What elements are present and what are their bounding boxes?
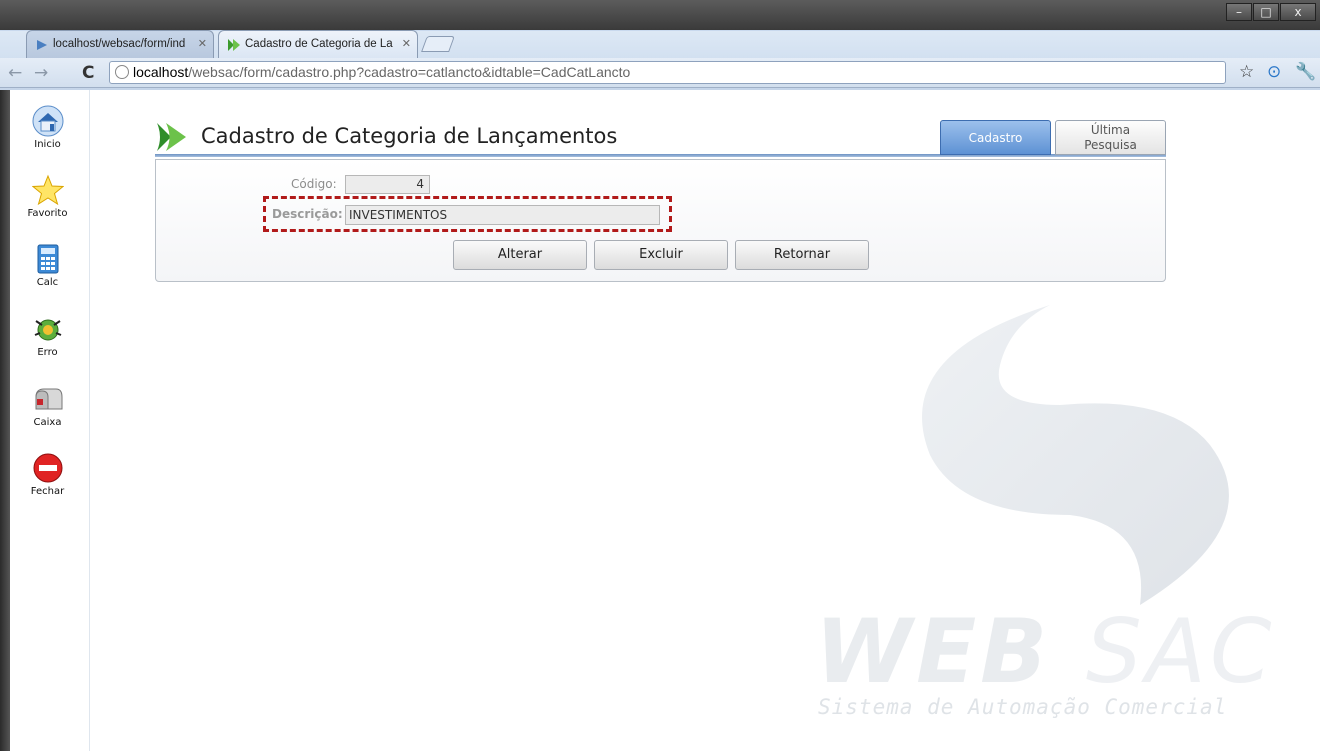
dock-item-fechar[interactable]: Fechar bbox=[10, 452, 85, 497]
tab-ultima-line1: Última bbox=[1090, 123, 1131, 137]
bookmark-star-icon[interactable]: ☆ bbox=[1239, 62, 1254, 82]
minimize-button[interactable]: – bbox=[1226, 3, 1252, 21]
codigo-field[interactable]: 4 bbox=[345, 175, 430, 194]
websac-logo-watermark: WEB SAC bbox=[815, 600, 1275, 703]
tab-label: Cadastro de Categoria de La bbox=[245, 38, 393, 50]
dock-item-inicio[interactable]: Inicio bbox=[10, 105, 85, 150]
back-arrow-icon[interactable]: ← bbox=[8, 63, 22, 83]
dock-item-calc[interactable]: Calc bbox=[10, 243, 85, 288]
dock-label: Fechar bbox=[30, 486, 65, 497]
retornar-button[interactable]: Retornar bbox=[735, 240, 869, 270]
dock-label: Erro bbox=[37, 347, 58, 358]
dock-label: Favorito bbox=[27, 208, 68, 219]
dock-item-caixa[interactable]: Caixa bbox=[10, 383, 85, 428]
url-host: localhost bbox=[133, 64, 189, 80]
tab-label: localhost/websac/form/ind bbox=[53, 38, 186, 50]
close-tab-icon[interactable]: ✕ bbox=[402, 31, 411, 57]
tab-ultima-line2: Pesquisa bbox=[1084, 138, 1137, 152]
browser-toolbar: ← → C localhost/websac/form/cadastro.php… bbox=[0, 58, 1320, 88]
address-bar[interactable]: localhost/websac/form/cadastro.php?cadas… bbox=[109, 61, 1226, 84]
codigo-label: Código: bbox=[291, 177, 337, 191]
wrench-icon[interactable]: 🔧 bbox=[1295, 62, 1316, 82]
forward-arrow-icon[interactable]: → bbox=[34, 63, 48, 83]
tab-cadastro[interactable]: Cadastro bbox=[940, 120, 1051, 155]
extension-icon[interactable]: ⊙ bbox=[1267, 62, 1281, 82]
excluir-button[interactable]: Excluir bbox=[594, 240, 728, 270]
watermark-tagline: Sistema de Automação Comercial bbox=[818, 695, 1228, 719]
dock-label: Inicio bbox=[34, 139, 61, 150]
calculator-icon bbox=[37, 244, 58, 274]
tab-ultima-pesquisa[interactable]: Última Pesquisa bbox=[1055, 120, 1166, 155]
page-info-icon bbox=[115, 65, 129, 79]
page-title: Cadastro de Categoria de Lançamentos bbox=[201, 124, 618, 148]
browser-tab-cadastro[interactable]: Cadastro de Categoria de La ✕ bbox=[218, 30, 418, 58]
dock-label: Caixa bbox=[33, 417, 62, 428]
dock-edge bbox=[0, 90, 10, 751]
green-arrow-favicon-icon bbox=[228, 39, 240, 51]
chrome-favicon-icon bbox=[37, 40, 47, 50]
dock-item-erro[interactable]: Erro bbox=[10, 313, 85, 358]
window-titlebar: – □ x bbox=[0, 0, 1320, 30]
alterar-button[interactable]: Alterar bbox=[453, 240, 587, 270]
dock-item-favorito[interactable]: Favorito bbox=[10, 174, 85, 219]
close-tab-icon[interactable]: ✕ bbox=[198, 31, 207, 57]
browser-tab-index[interactable]: localhost/websac/form/ind ✕ bbox=[26, 30, 214, 58]
new-tab-button[interactable] bbox=[421, 36, 455, 52]
close-icon bbox=[33, 453, 62, 483]
close-window-button[interactable]: x bbox=[1280, 3, 1316, 21]
url-path: /websac/form/cadastro.php?cadastro=catla… bbox=[188, 64, 631, 80]
dock-label: Calc bbox=[36, 277, 59, 288]
reload-icon[interactable]: C bbox=[82, 63, 94, 83]
bug-icon bbox=[34, 319, 61, 341]
maximize-button[interactable]: □ bbox=[1253, 3, 1279, 21]
descricao-label: Descrição: bbox=[272, 207, 343, 221]
websac-swoosh-watermark bbox=[922, 305, 1229, 605]
descricao-field[interactable]: INVESTIMENTOS bbox=[345, 205, 660, 225]
watermark-brand-part1: WEB bbox=[815, 600, 1052, 703]
watermark-brand-part2: SAC bbox=[1085, 600, 1276, 703]
star-icon bbox=[31, 174, 64, 206]
home-icon bbox=[32, 105, 63, 137]
mailbox-icon bbox=[35, 388, 62, 410]
window-controls: – □ x bbox=[1226, 3, 1316, 21]
green-arrow-icon bbox=[157, 123, 186, 151]
